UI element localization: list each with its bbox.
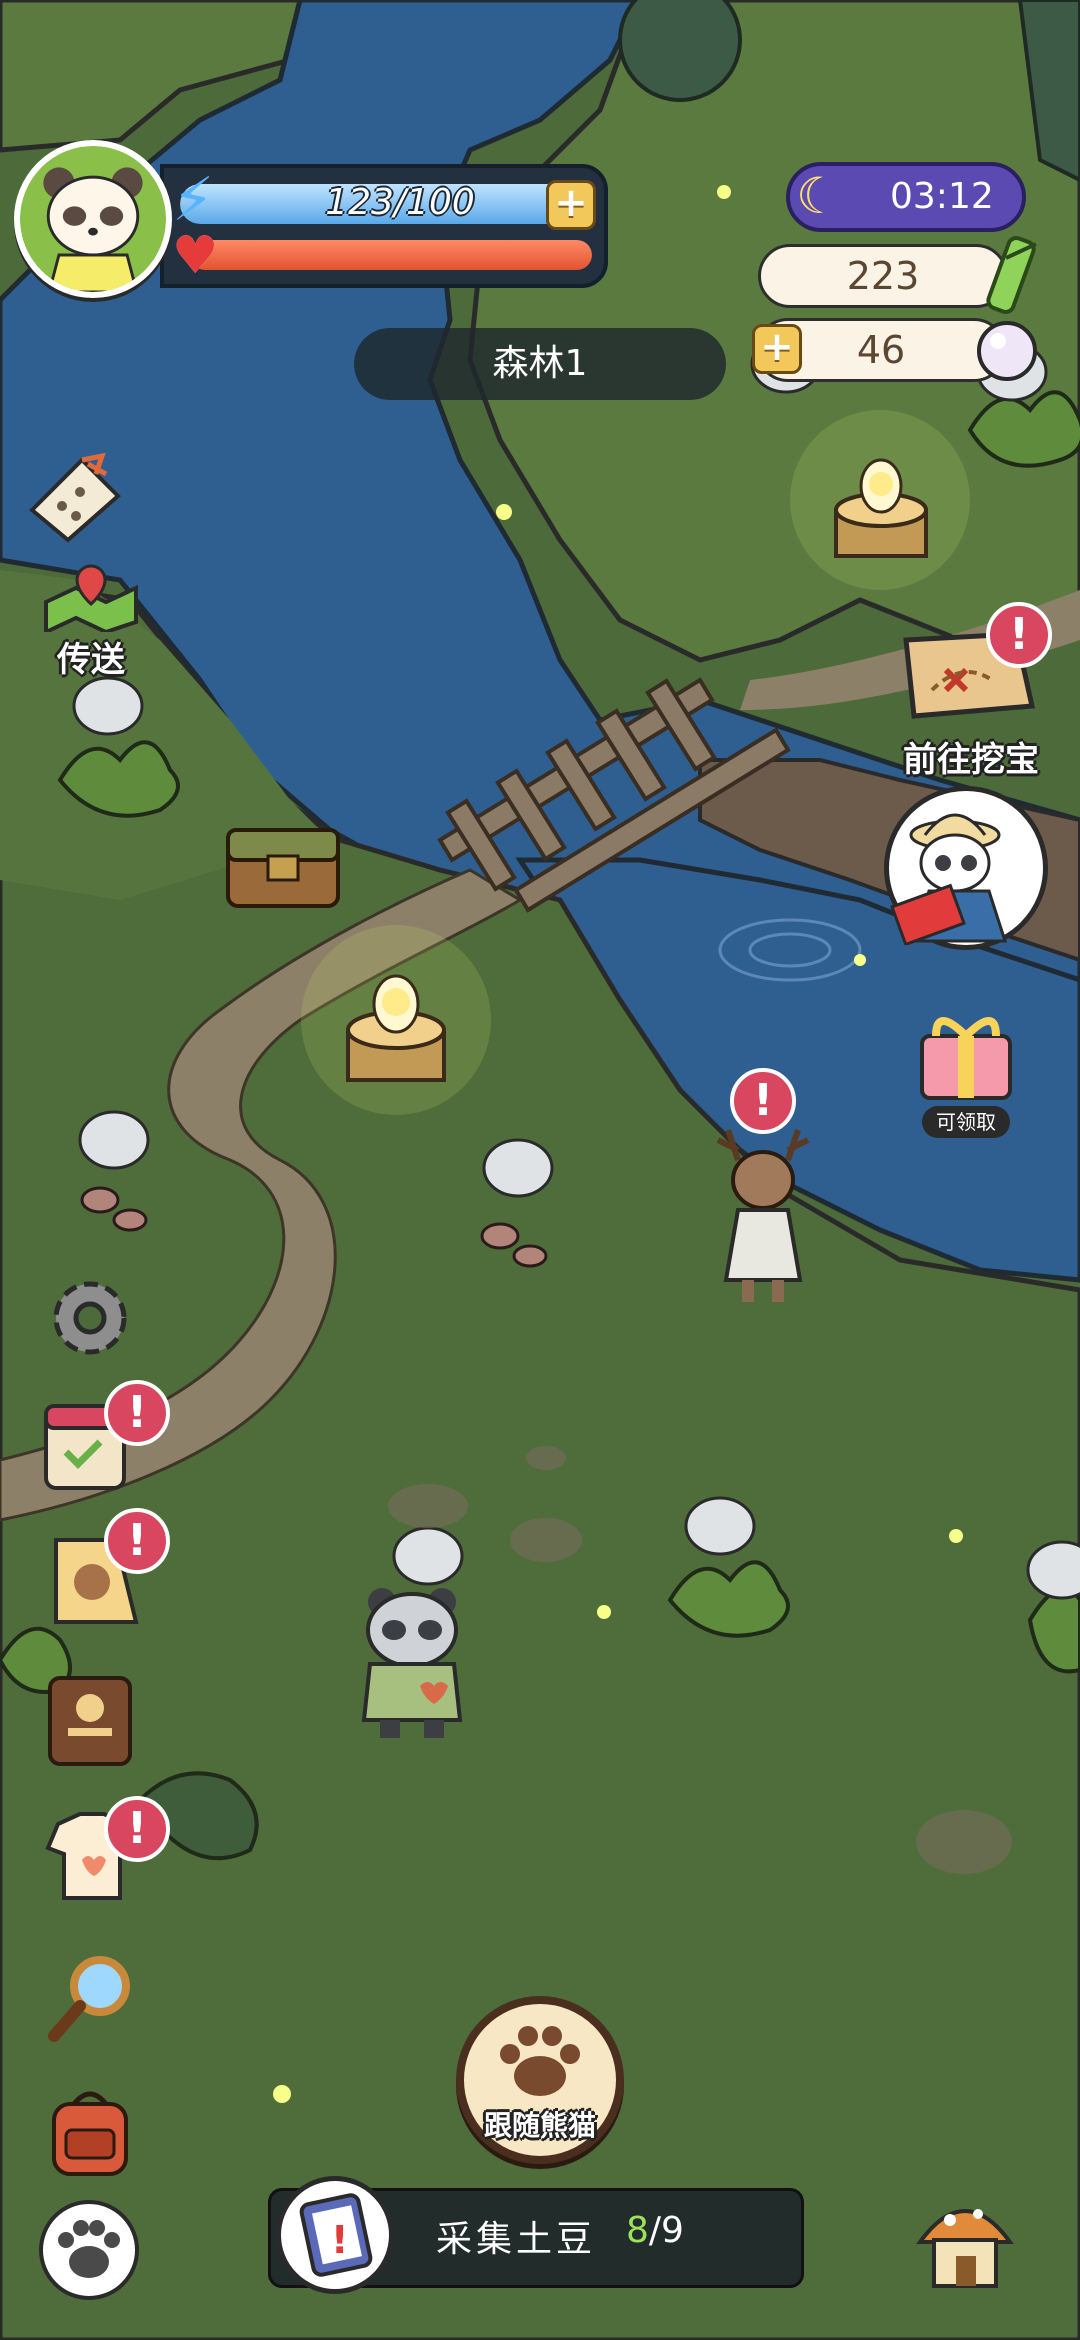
bamboo-count: 223 — [846, 254, 920, 298]
gift-box-icon — [920, 1017, 1012, 1100]
follow-panda-button[interactable]: 跟随熊猫 — [456, 1996, 624, 2164]
add-pearl-button[interactable]: + — [752, 324, 802, 374]
quest-progress-current: 8 — [626, 2210, 649, 2251]
player-avatar[interactable] — [14, 140, 172, 298]
svg-text:!: ! — [331, 2218, 348, 2262]
health-bar-fill — [190, 240, 592, 270]
location-name: 森林1 — [354, 328, 726, 400]
quest-text: 采集土豆 — [436, 2219, 597, 2260]
explorer-panda-icon — [890, 813, 1008, 947]
backpack-icon[interactable] — [38, 2080, 142, 2184]
heart-icon: ♥ — [172, 226, 219, 286]
teleport-button[interactable]: 传送 — [36, 562, 146, 682]
bamboo-icon — [986, 236, 1037, 314]
gift-claimable-label: 可领取 — [922, 1106, 1010, 1138]
energy-value: 123/100 — [325, 182, 475, 223]
player-panda[interactable] — [352, 1580, 472, 1740]
quest-progress: 8/9 — [626, 2210, 684, 2251]
recipe-book-icon[interactable] — [38, 1668, 142, 1772]
wardrobe-alert-badge: ! — [104, 1796, 170, 1862]
paw-menu-icon[interactable] — [36, 2198, 142, 2302]
clock-time: 03:12 — [890, 176, 994, 217]
pearl-count: 46 — [856, 328, 906, 372]
quest-alert-badge: ! — [104, 1508, 170, 1574]
bamboo-counter: 223 — [758, 244, 1008, 308]
teleport-label: 传送 — [57, 640, 125, 680]
deer-alert-badge: ! — [730, 1068, 796, 1134]
add-energy-button[interactable]: + — [546, 180, 596, 230]
paw-icon — [500, 2026, 580, 2096]
map-pin-icon — [44, 564, 138, 636]
gift-button[interactable]: 可领取 — [906, 1006, 1026, 1138]
dig-alert-badge: ! — [986, 602, 1052, 668]
settings-gear-icon[interactable] — [42, 1270, 138, 1366]
clipboard-alert-icon: ! — [299, 2193, 373, 2277]
pearl-icon — [977, 321, 1037, 381]
panda-avatar-icon — [20, 146, 166, 292]
home-house-icon[interactable] — [910, 2186, 1020, 2296]
quest-progress-total: /9 — [648, 2210, 684, 2251]
calendar-alert-badge: ! — [104, 1380, 170, 1446]
follow-panda-label: 跟随熊猫 — [483, 2109, 596, 2142]
magnifier-icon[interactable] — [40, 1944, 144, 2048]
dig-treasure-label: 前往挖宝 — [903, 740, 1039, 780]
kite-icon[interactable] — [22, 450, 128, 546]
npc-panda-hint-button[interactable] — [884, 786, 1048, 950]
bolt-icon: ⚡ — [172, 165, 215, 235]
moon-icon: ☾ — [796, 167, 841, 225]
health-bar — [190, 240, 592, 270]
quest-tracker-icon-wrap[interactable]: ! — [276, 2176, 394, 2294]
deer-npc[interactable] — [708, 1110, 818, 1310]
